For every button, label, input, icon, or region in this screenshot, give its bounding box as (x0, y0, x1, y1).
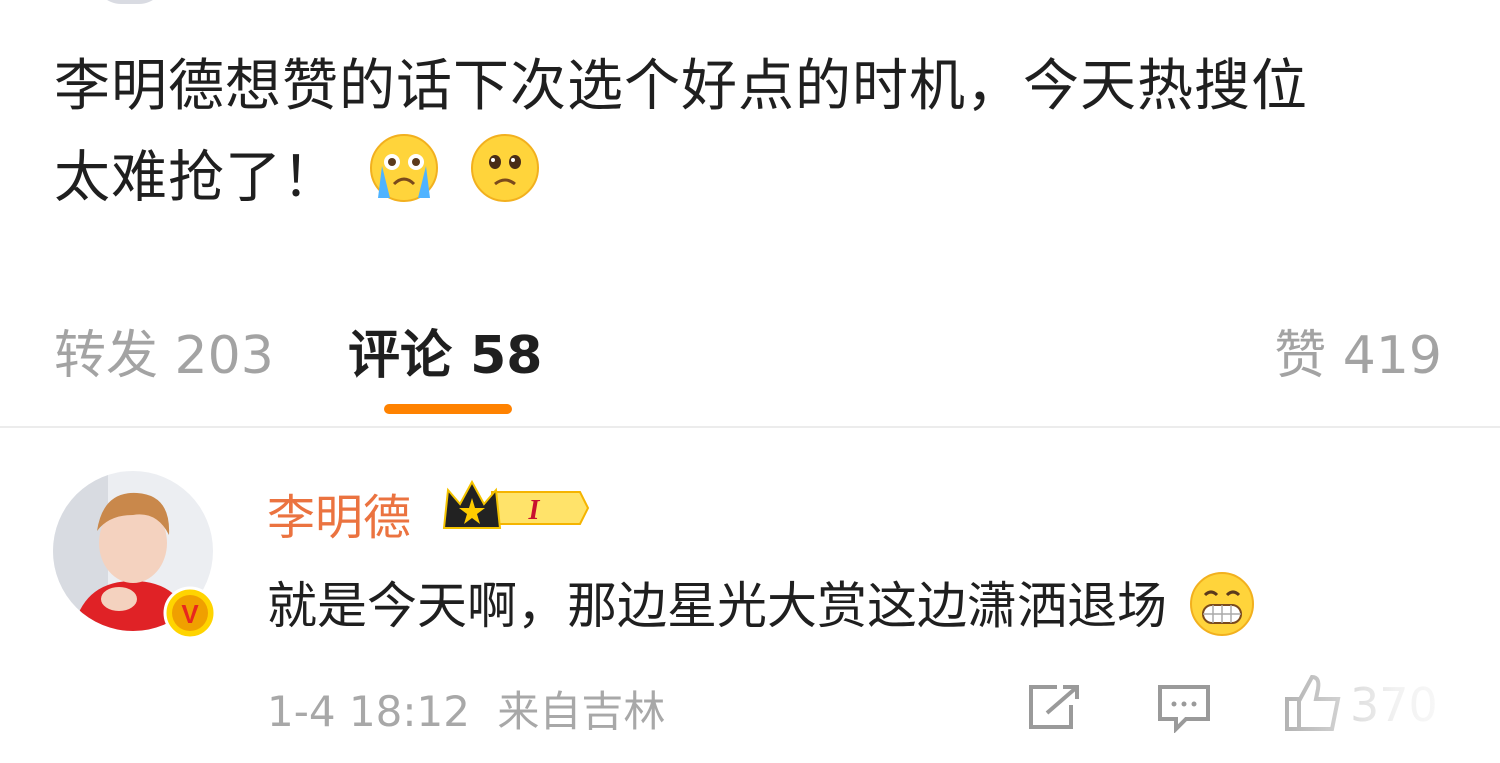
verified-badge-icon: V (163, 586, 217, 644)
post-text-line1: 李明德想赞的话下次选个好点的时机，今天热搜位 (54, 54, 1308, 119)
member-crown-badge-icon: I (440, 478, 590, 538)
comment-date: 1-4 18:12 (267, 687, 470, 736)
crying-emoji-icon (368, 132, 440, 231)
post-text: 李明德想赞的话下次选个好点的时机，今天热搜位 太难抢了！ (54, 42, 1454, 231)
post-text-line2: 太难抢了！ (54, 145, 339, 211)
grin-emoji-icon (1189, 571, 1255, 649)
active-tab-indicator (384, 404, 512, 414)
previous-avatar-edge (95, 0, 165, 4)
post-tabs: 转发 203 评论 58 赞 419 (0, 300, 1500, 428)
tab-repost[interactable]: 转发 203 (54, 313, 274, 388)
comment-username[interactable]: 李明德 (267, 478, 411, 548)
weibo-post-detail: 李明德想赞的话下次选个好点的时机，今天热搜位 太难抢了！ 转发 203 评论 5… (0, 0, 1500, 763)
tab-likes[interactable]: 赞 419 (1274, 313, 1442, 388)
comment-meta: 1-4 18:12 来自吉林 (267, 678, 665, 739)
comment-text: 就是今天啊，那边星光大赏这边潇洒退场 (267, 566, 1255, 649)
tab-comments[interactable]: 评论 58 (348, 313, 542, 388)
like-count: 370 (1350, 678, 1438, 732)
comment-body: 就是今天啊，那边星光大赏这边潇洒退场 (267, 577, 1167, 635)
like-thumb-icon[interactable] (1284, 673, 1344, 737)
verified-badge-letter: V (181, 599, 199, 629)
comment-item[interactable]: V 李明德 I 就是今天啊，那边星光大赏这边潇洒退场 1-4 18:12 来自吉… (0, 428, 1500, 763)
comment-icon[interactable] (1156, 683, 1212, 737)
sad-emoji-icon (469, 132, 541, 231)
member-level-text: I (528, 495, 541, 526)
repost-icon[interactable] (1027, 683, 1083, 735)
comment-source: 来自吉林 (497, 687, 666, 736)
